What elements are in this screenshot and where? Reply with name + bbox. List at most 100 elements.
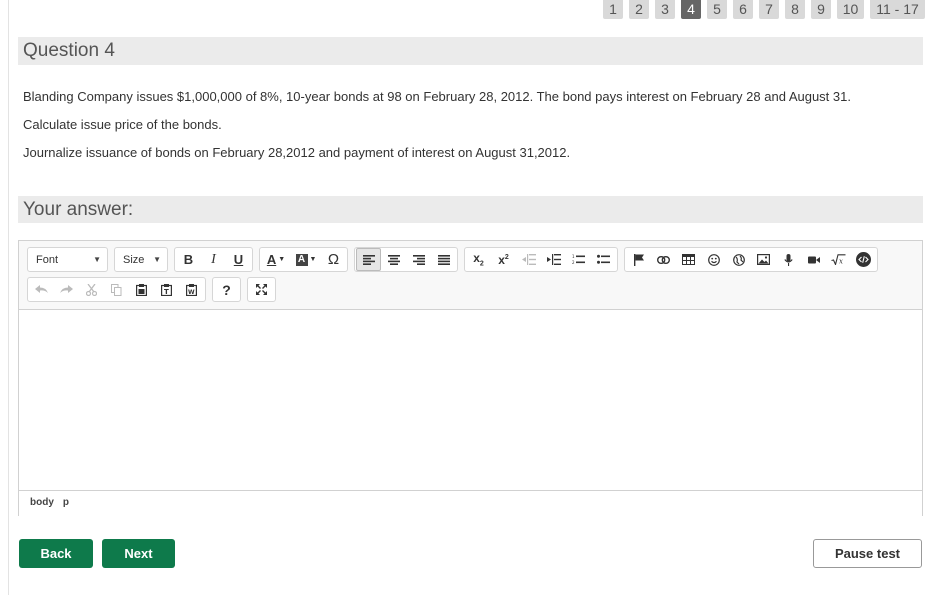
page-button-10[interactable]: 10 <box>837 0 864 19</box>
align-left-button[interactable] <box>356 248 381 271</box>
page-button-9[interactable]: 9 <box>811 0 831 19</box>
image-button[interactable] <box>751 248 776 271</box>
align-right-button[interactable] <box>406 248 431 271</box>
page-button-2[interactable]: 2 <box>629 0 649 19</box>
next-button[interactable]: Next <box>102 539 175 568</box>
emoji-button[interactable] <box>701 248 726 271</box>
pause-test-button[interactable]: Pause test <box>813 539 922 568</box>
microphone-icon <box>784 253 793 266</box>
subscript-icon: x2 <box>473 251 484 268</box>
alignment-group <box>354 247 458 272</box>
bulleted-list-icon <box>597 254 610 264</box>
flag-icon <box>633 253 644 266</box>
page-button-8[interactable]: 8 <box>785 0 805 19</box>
video-camera-icon <box>807 256 820 263</box>
insert-group: x <box>624 247 878 272</box>
numbered-list-button[interactable]: 12 <box>566 248 591 271</box>
record-audio-button[interactable] <box>776 248 801 271</box>
justify-icon <box>437 254 450 265</box>
copy-button[interactable] <box>104 278 129 301</box>
indent-button[interactable] <box>541 248 566 271</box>
maximize-button[interactable] <box>249 278 274 301</box>
outdent-icon <box>521 254 536 265</box>
svg-text:T: T <box>164 288 169 296</box>
page-button-4-current[interactable]: 4 <box>681 0 701 19</box>
basic-styles-group: B I U <box>174 247 253 272</box>
table-button[interactable] <box>676 248 701 271</box>
page-button-3[interactable]: 3 <box>655 0 675 19</box>
superscript-button[interactable]: x2 <box>491 248 516 271</box>
chevron-down-icon: ▼ <box>93 255 101 264</box>
svg-text:1: 1 <box>572 254 575 259</box>
question-text-line: Calculate issue price of the bonds. <box>23 117 222 132</box>
size-dropdown[interactable]: Size ▼ <box>114 247 168 272</box>
question-pagination: 1 2 3 4 5 6 7 8 9 10 11 - 17 <box>603 0 925 19</box>
editor-content-area[interactable] <box>19 310 922 490</box>
background-color-button[interactable]: A ▼ <box>291 248 321 271</box>
question-body: Blanding Company issues $1,000,000 of 8%… <box>23 88 913 162</box>
paste-button[interactable] <box>129 278 154 301</box>
undo-icon <box>35 285 48 293</box>
align-left-icon <box>362 254 375 265</box>
history-clipboard-group: T W <box>27 277 206 302</box>
question-title: Question 4 <box>18 37 923 65</box>
maximize-group <box>247 277 276 302</box>
left-border <box>8 0 9 595</box>
redo-icon <box>60 285 73 293</box>
align-center-icon <box>387 254 400 265</box>
colors-group: A ▼ A ▼ Ω <box>259 247 348 272</box>
page-button-7[interactable]: 7 <box>759 0 779 19</box>
path-element-p[interactable]: p <box>63 491 69 516</box>
italic-button[interactable]: I <box>201 248 226 271</box>
page-button-5[interactable]: 5 <box>707 0 727 19</box>
underline-button[interactable]: U <box>226 248 251 271</box>
help-button[interactable]: ? <box>214 278 239 301</box>
clipboard-icon <box>136 283 147 296</box>
element-path-bar: body p <box>19 490 922 516</box>
editor-toolbar: Font ▼ Size ▼ B I U A ▼ A ▼ Ω x2 x2 1 2 … <box>19 241 922 310</box>
align-center-button[interactable] <box>381 248 406 271</box>
record-video-button[interactable] <box>801 248 826 271</box>
bulleted-list-button[interactable] <box>591 248 616 271</box>
globe-icon <box>732 253 745 266</box>
align-right-icon <box>412 254 425 265</box>
cut-button[interactable] <box>79 278 104 301</box>
svg-text:2: 2 <box>572 260 575 265</box>
chevron-down-icon: ▼ <box>153 255 161 264</box>
clipboard-text-icon: T <box>161 283 172 296</box>
source-code-button[interactable] <box>851 248 876 271</box>
page-button-6[interactable]: 6 <box>733 0 753 19</box>
font-dropdown-label: Font <box>36 253 59 266</box>
back-button[interactable]: Back <box>19 539 93 568</box>
undo-button[interactable] <box>29 278 54 301</box>
text-color-button[interactable]: A ▼ <box>261 248 291 271</box>
svg-text:x: x <box>839 258 843 266</box>
embed-web-button[interactable] <box>726 248 751 271</box>
bold-button[interactable]: B <box>176 248 201 271</box>
path-element-body[interactable]: body <box>30 491 54 516</box>
subscript-button[interactable]: x2 <box>466 248 491 271</box>
special-character-button[interactable]: Ω <box>321 248 346 271</box>
superscript-icon: x2 <box>498 252 509 267</box>
justify-button[interactable] <box>431 248 456 271</box>
square-root-icon: x <box>831 254 846 265</box>
link-button[interactable] <box>651 248 676 271</box>
flag-button[interactable] <box>626 248 651 271</box>
image-icon <box>757 254 770 265</box>
paste-text-button[interactable]: T <box>154 278 179 301</box>
font-dropdown[interactable]: Font ▼ <box>27 247 108 272</box>
paste-word-button[interactable]: W <box>179 278 204 301</box>
script-list-group: x2 x2 12 <box>464 247 618 272</box>
code-icon <box>856 252 871 267</box>
smiley-icon <box>707 253 720 266</box>
size-dropdown-label: Size <box>123 253 145 266</box>
redo-button[interactable] <box>54 278 79 301</box>
link-icon <box>657 255 670 264</box>
page-button-1[interactable]: 1 <box>603 0 623 19</box>
question-text-line: Blanding Company issues $1,000,000 of 8%… <box>23 89 851 104</box>
page-range-button[interactable]: 11 - 17 <box>870 0 925 19</box>
outdent-button[interactable] <box>516 248 541 271</box>
numbered-list-icon: 12 <box>572 254 585 265</box>
math-equation-button[interactable]: x <box>826 248 851 271</box>
background-color-icon: A <box>295 253 308 266</box>
